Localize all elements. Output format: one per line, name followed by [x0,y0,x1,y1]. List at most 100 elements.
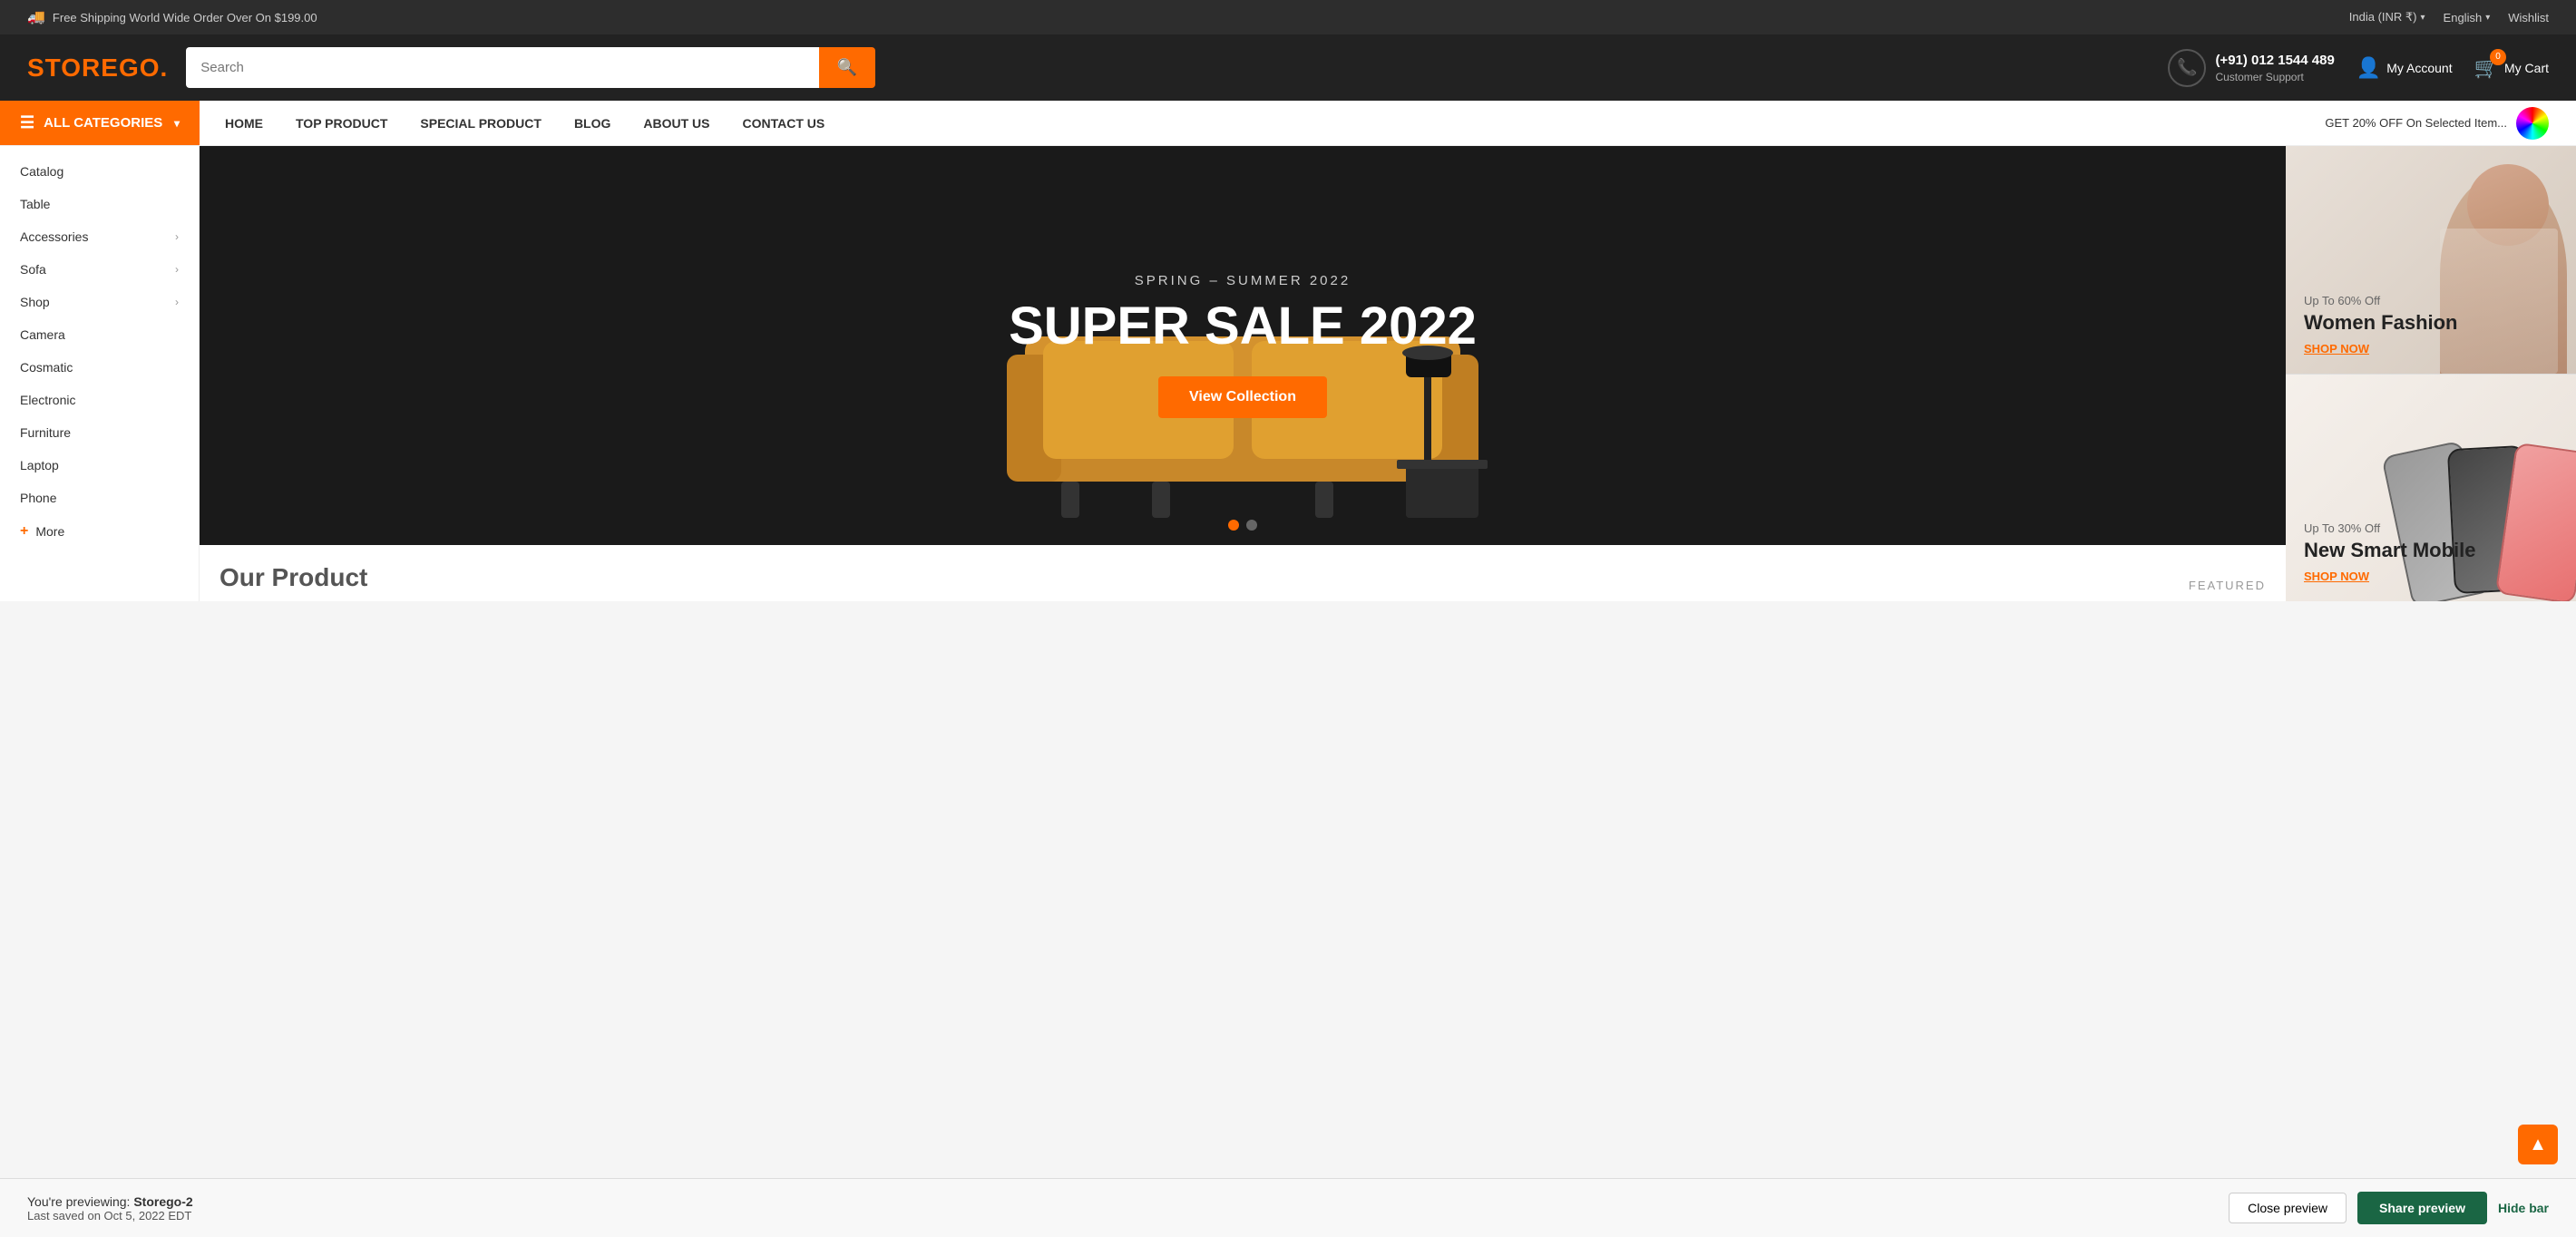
plus-icon: + [20,523,28,540]
view-collection-btn[interactable]: View Collection [1158,376,1327,418]
sidebar-item-electronic[interactable]: Electronic [0,384,199,416]
sidebar-item-furniture[interactable]: Furniture [0,416,199,449]
mobile-banner: Up To 30% Off New Smart Mobile SHOP NOW [2286,374,2576,602]
nav-promo-text: GET 20% OFF On Selected Item... [2325,116,2507,130]
women-title: Women Fashion [2304,311,2458,335]
region-selector[interactable]: India (INR ₹) ▾ [2349,10,2425,24]
logo-accent: O. [140,54,169,82]
phone-number: (+91) 012 1544 489 [2215,51,2334,70]
support-text: (+91) 012 1544 489 Customer Support [2215,51,2334,85]
nav-links: HOME TOP PRODUCT SPECIAL PRODUCT BLOG AB… [200,103,850,143]
sidebar: Catalog Table Accessories › Sofa › Shop … [0,146,200,601]
nav-special-product[interactable]: SPECIAL PRODUCT [404,103,558,143]
previewing-text: You're previewing: Storego-2 [27,1194,193,1209]
chevron-right-icon: › [175,263,179,276]
sidebar-label-table: Table [20,197,50,211]
sidebar-label-cosmatic: Cosmatic [20,360,73,375]
sidebar-item-cosmatic[interactable]: Cosmatic [0,351,199,384]
sidebar-label-accessories: Accessories [20,229,88,244]
sidebar-more-label: More [35,524,64,539]
chevron-right-icon: › [175,296,179,308]
all-categories-btn[interactable]: ☰ ALL CATEGORIES ▾ [0,101,200,145]
product-section-header: Our Product FEATURED [200,545,2286,601]
hero-slider: SPRING – SUMMER 2022 SUPER SALE 2022 Vie… [200,146,2286,545]
region-arrow-icon: ▾ [2421,13,2425,23]
search-bar: 🔍 [186,47,875,88]
cart-badge: 0 [2490,49,2506,65]
hero-subtitle: SPRING – SUMMER 2022 [1009,273,1477,288]
sidebar-item-phone[interactable]: Phone [0,482,199,514]
header: STOREGO. 🔍 📞 (+91) 012 1544 489 Customer… [0,34,2576,101]
dot-1[interactable] [1228,520,1239,531]
language-text: English [2444,11,2483,24]
nav-home[interactable]: HOME [209,103,279,143]
close-preview-btn[interactable]: Close preview [2229,1193,2347,1223]
sidebar-item-accessories[interactable]: Accessories › [0,220,199,253]
hero-title: SUPER SALE 2022 [1009,297,1477,356]
right-banners: Up To 60% Off Women Fashion SHOP NOW Up … [2286,146,2576,601]
support-label: Customer Support [2215,70,2334,85]
sidebar-label-laptop: Laptop [20,458,59,472]
our-product-title: Our Product [220,563,367,592]
header-actions: 📞 (+91) 012 1544 489 Customer Support 👤 … [2168,49,2549,87]
nav-blog[interactable]: BLOG [558,103,627,143]
women-shop-btn[interactable]: SHOP NOW [2304,342,2458,356]
mobile-discount: Up To 30% Off [2304,521,2475,535]
sidebar-item-sofa[interactable]: Sofa › [0,253,199,286]
scroll-up-btn[interactable]: ▲ [2518,1125,2558,1164]
nav-promo-area: GET 20% OFF On Selected Item... [2307,107,2576,140]
previewing-label: You're previewing: [27,1194,130,1209]
nav-contact-us[interactable]: CONTACT US [727,103,842,143]
sidebar-item-camera[interactable]: Camera [0,318,199,351]
sidebar-label-sofa: Sofa [20,262,46,277]
sidebar-label-shop: Shop [20,295,50,309]
sidebar-more-btn[interactable]: + More [0,514,199,549]
last-saved: Last saved on Oct 5, 2022 EDT [27,1209,193,1222]
shipping-text: Free Shipping World Wide Order Over On $… [53,11,317,24]
hamburger-icon: ☰ [20,113,34,132]
mobile-banner-text: Up To 30% Off New Smart Mobile SHOP NOW [2304,521,2475,583]
sidebar-label-phone: Phone [20,491,56,505]
my-cart-label: My Cart [2504,61,2549,75]
preview-info: You're previewing: Storego-2 Last saved … [27,1194,193,1222]
nav-about-us[interactable]: ABOUT US [627,103,726,143]
sidebar-item-shop[interactable]: Shop › [0,286,199,318]
preview-actions: Close preview Share preview Hide bar [2229,1192,2549,1224]
preview-bar: You're previewing: Storego-2 Last saved … [0,1178,2576,1237]
chevron-down-icon: ▾ [174,117,180,130]
logo[interactable]: STOREGO. [27,54,168,83]
top-bar-right: India (INR ₹) ▾ English ▾ Wishlist [2349,10,2549,24]
sidebar-item-laptop[interactable]: Laptop [0,449,199,482]
language-arrow-icon: ▾ [2485,13,2490,23]
account-icon: 👤 [2356,56,2381,80]
my-cart-btn[interactable]: 🛒 0 My Cart [2474,56,2549,80]
sidebar-label-catalog: Catalog [20,164,63,179]
logo-main: STOREG [27,54,140,82]
truck-icon: 🚚 [27,8,45,26]
my-account-btn[interactable]: 👤 My Account [2356,56,2453,80]
wishlist-link[interactable]: Wishlist [2508,11,2549,24]
slider-dots [1228,520,1257,531]
cart-icon-wrap: 🛒 0 [2474,56,2499,80]
shipping-info: 🚚 Free Shipping World Wide Order Over On… [27,8,317,26]
sidebar-item-catalog[interactable]: Catalog [0,155,199,188]
color-wheel-icon [2516,107,2549,140]
sidebar-label-electronic: Electronic [20,393,75,407]
sidebar-item-table[interactable]: Table [0,188,199,220]
my-account-label: My Account [2386,61,2452,75]
hero-area: SPRING – SUMMER 2022 SUPER SALE 2022 Vie… [200,146,2286,601]
language-selector[interactable]: English ▾ [2444,11,2491,24]
search-button[interactable]: 🔍 [819,47,875,88]
women-fashion-banner: Up To 60% Off Women Fashion SHOP NOW [2286,146,2576,374]
mobile-shop-btn[interactable]: SHOP NOW [2304,570,2475,583]
search-input[interactable] [186,47,819,88]
nav-top-product[interactable]: TOP PRODUCT [279,103,404,143]
hide-bar-btn[interactable]: Hide bar [2498,1201,2549,1215]
women-discount: Up To 60% Off [2304,294,2458,307]
dot-2[interactable] [1246,520,1257,531]
region-text: India (INR ₹) [2349,10,2417,24]
support-info: 📞 (+91) 012 1544 489 Customer Support [2168,49,2334,87]
share-preview-btn[interactable]: Share preview [2357,1192,2487,1224]
all-categories-label: ALL CATEGORIES [44,115,162,131]
sidebar-label-furniture: Furniture [20,425,71,440]
